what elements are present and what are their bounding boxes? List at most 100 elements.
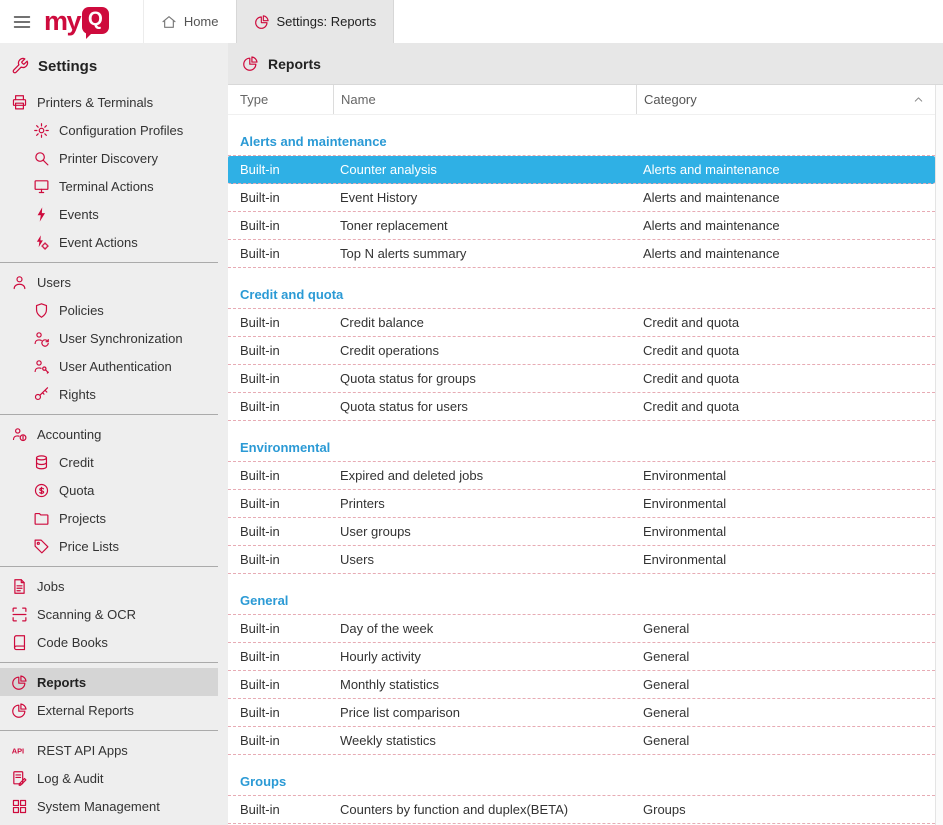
sidebar-item-system-management[interactable]: System Management bbox=[0, 792, 218, 820]
sidebar-item-label: Scanning & OCR bbox=[37, 607, 136, 622]
sidebar-item-reports[interactable]: Reports bbox=[0, 668, 218, 696]
report-row-event-history[interactable]: Built-in Event History Alerts and mainte… bbox=[228, 184, 935, 212]
report-row-top-n-alerts-summary[interactable]: Built-in Top N alerts summary Alerts and… bbox=[228, 240, 935, 268]
report-row-quota-status-for-groups[interactable]: Built-in Quota status for groups Credit … bbox=[228, 365, 935, 393]
sidebar-item-credit[interactable]: Credit bbox=[0, 448, 218, 476]
report-name-cell: Day of the week bbox=[333, 621, 636, 636]
sidebar-item-jobs[interactable]: Jobs bbox=[0, 572, 218, 600]
report-row-price-list-comparison[interactable]: Built-in Price list comparison General bbox=[228, 699, 935, 727]
sidebar-title-label: Settings bbox=[38, 58, 97, 75]
report-row-counter-analysis[interactable]: Built-in Counter analysis Alerts and mai… bbox=[228, 156, 935, 184]
report-row-credit-balance[interactable]: Built-in Credit balance Credit and quota bbox=[228, 309, 935, 337]
bolt-gear-icon bbox=[33, 234, 50, 251]
sidebar-item-label: System Management bbox=[37, 799, 160, 814]
sidebar-item-price-lists[interactable]: Price Lists bbox=[0, 532, 218, 560]
report-name-cell: Printers bbox=[333, 496, 636, 511]
sidebar-item-label: Accounting bbox=[37, 427, 101, 442]
hamburger-menu-button[interactable] bbox=[0, 0, 44, 43]
report-category-cell: Alerts and maintenance bbox=[636, 162, 935, 177]
report-type-cell: Built-in bbox=[228, 468, 333, 483]
report-row-credit-operations[interactable]: Built-in Credit operations Credit and qu… bbox=[228, 337, 935, 365]
report-row-quota-status-for-users[interactable]: Built-in Quota status for users Credit a… bbox=[228, 393, 935, 421]
report-row-hourly-activity[interactable]: Built-in Hourly activity General bbox=[228, 643, 935, 671]
reports-content: Reports Type Name Category Alerts and ma… bbox=[228, 43, 943, 825]
report-name-cell: Event History bbox=[333, 190, 636, 205]
key-icon bbox=[33, 386, 50, 403]
sidebar-item-accounting[interactable]: Accounting bbox=[0, 420, 218, 448]
report-category-cell: Credit and quota bbox=[636, 315, 935, 330]
sidebar-item-printers-terminals[interactable]: Printers & Terminals bbox=[0, 88, 218, 116]
coins-icon bbox=[33, 454, 50, 471]
report-row-expired-and-deleted-jobs[interactable]: Built-in Expired and deleted jobs Enviro… bbox=[228, 462, 935, 490]
sidebar-item-log-audit[interactable]: Log & Audit bbox=[0, 764, 218, 792]
sidebar-item-label: Quota bbox=[59, 483, 94, 498]
tab-home[interactable]: Home bbox=[143, 0, 236, 43]
report-category-cell: General bbox=[636, 677, 935, 692]
tab-settings-reports[interactable]: Settings: Reports bbox=[236, 0, 395, 43]
folder-icon bbox=[33, 510, 50, 527]
report-row-counters-by-function-and-duplex-beta[interactable]: Built-in Counters by function and duplex… bbox=[228, 796, 935, 824]
logo-text-q: Q bbox=[82, 7, 109, 34]
sidebar-item-label: User Synchronization bbox=[59, 331, 183, 346]
report-name-cell: User groups bbox=[333, 524, 636, 539]
home-icon bbox=[161, 14, 177, 30]
report-category-cell: Credit and quota bbox=[636, 343, 935, 358]
column-header-type[interactable]: Type bbox=[228, 85, 333, 114]
sidebar-group: Reports External Reports bbox=[0, 662, 218, 730]
report-name-cell: Hourly activity bbox=[333, 649, 636, 664]
sidebar-item-terminal-actions[interactable]: Terminal Actions bbox=[0, 172, 218, 200]
sidebar-item-printer-discovery[interactable]: Printer Discovery bbox=[0, 144, 218, 172]
sidebar-item-policies[interactable]: Policies bbox=[0, 296, 218, 324]
report-name-cell: Credit balance bbox=[333, 315, 636, 330]
sidebar-item-configuration-profiles[interactable]: Configuration Profiles bbox=[0, 116, 218, 144]
sidebar-item-event-actions[interactable]: Event Actions bbox=[0, 228, 218, 256]
report-category-group: Groups Built-in Counters by function and… bbox=[228, 771, 935, 824]
report-name-cell: Credit operations bbox=[333, 343, 636, 358]
content-header: Reports bbox=[228, 43, 943, 85]
top-tabs: Home Settings: Reports bbox=[143, 0, 394, 43]
sidebar-item-scanning-ocr[interactable]: Scanning & OCR bbox=[0, 600, 218, 628]
sidebar-item-external-reports[interactable]: External Reports bbox=[0, 696, 218, 724]
grid-icon bbox=[11, 798, 28, 815]
sidebar-title: Settings bbox=[0, 50, 218, 83]
sidebar-item-user-synchronization[interactable]: User Synchronization bbox=[0, 324, 218, 352]
report-name-cell: Monthly statistics bbox=[333, 677, 636, 692]
sidebar-item-projects[interactable]: Projects bbox=[0, 504, 218, 532]
pie-icon bbox=[11, 702, 28, 719]
report-category-cell: Alerts and maintenance bbox=[636, 246, 935, 261]
column-header-category[interactable]: Category bbox=[636, 85, 935, 114]
sidebar-item-users[interactable]: Users bbox=[0, 268, 218, 296]
printer-icon bbox=[11, 94, 28, 111]
report-row-weekly-statistics[interactable]: Built-in Weekly statistics General bbox=[228, 727, 935, 755]
sidebar-item-rights[interactable]: Rights bbox=[0, 380, 218, 408]
sidebar-item-rest-api-apps[interactable]: REST API Apps bbox=[0, 736, 218, 764]
main-area: Settings Printers & Terminals Configurat… bbox=[0, 43, 943, 825]
sidebar-item-label: Terminal Actions bbox=[59, 179, 154, 194]
report-category-cell: Environmental bbox=[636, 496, 935, 511]
vertical-scrollbar[interactable] bbox=[935, 85, 943, 825]
report-row-day-of-the-week[interactable]: Built-in Day of the week General bbox=[228, 615, 935, 643]
report-row-printers[interactable]: Built-in Printers Environmental bbox=[228, 490, 935, 518]
reports-table-body: Alerts and maintenance Built-in Counter … bbox=[228, 115, 935, 825]
report-name-cell: Counters by function and duplex(BETA) bbox=[333, 802, 636, 817]
report-type-cell: Built-in bbox=[228, 733, 333, 748]
myq-logo[interactable]: my Q bbox=[44, 0, 129, 43]
report-row-toner-replacement[interactable]: Built-in Toner replacement Alerts and ma… bbox=[228, 212, 935, 240]
report-category-cell: General bbox=[636, 649, 935, 664]
report-row-user-groups[interactable]: Built-in User groups Environmental bbox=[228, 518, 935, 546]
sidebar-item-events[interactable]: Events bbox=[0, 200, 218, 228]
sidebar-item-label: Events bbox=[59, 207, 99, 222]
sidebar-item-code-books[interactable]: Code Books bbox=[0, 628, 218, 656]
tools-icon bbox=[11, 57, 29, 75]
report-category-cell: Alerts and maintenance bbox=[636, 190, 935, 205]
sidebar-item-user-authentication[interactable]: User Authentication bbox=[0, 352, 218, 380]
report-row-monthly-statistics[interactable]: Built-in Monthly statistics General bbox=[228, 671, 935, 699]
report-row-users[interactable]: Built-in Users Environmental bbox=[228, 546, 935, 574]
book-icon bbox=[11, 634, 28, 651]
column-header-name[interactable]: Name bbox=[333, 85, 636, 114]
sidebar-item-quota[interactable]: Quota bbox=[0, 476, 218, 504]
report-category-group: Environmental Built-in Expired and delet… bbox=[228, 437, 935, 574]
sort-ascending-icon[interactable] bbox=[912, 93, 925, 106]
sidebar-item-label: Event Actions bbox=[59, 235, 138, 250]
category-group-rows: Built-in Day of the week General Built-i… bbox=[228, 614, 935, 755]
